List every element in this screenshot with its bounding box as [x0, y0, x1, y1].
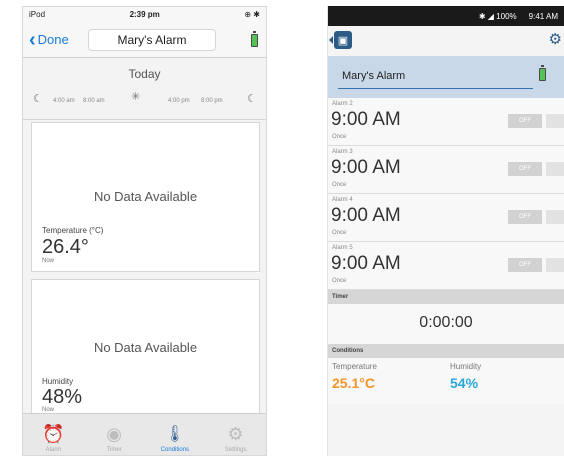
temperature-label: Temperature (°C) [42, 226, 104, 235]
tab-label: Alarm [45, 447, 62, 453]
tick-label: 8:00 am [83, 98, 105, 104]
day-timeline: Today ☾ 4:00 am 8:00 am ✳ 4:00 pm 8:00 p… [23, 58, 266, 120]
tab-conditions[interactable]: 🌡 Conditions [145, 414, 206, 455]
android-status-bar: ✱ ◢ 100% 9:41 AM [328, 6, 564, 26]
alarm-toggle[interactable]: OFF [508, 114, 564, 128]
alarm-row[interactable]: Alarm 3 9:00 AM Once OFF [328, 146, 564, 194]
tab-bar: ⏰ Alarm ◉ Timer 🌡 Conditions ⚙ Settings [23, 413, 266, 455]
alarm-time: 9:00 AM [331, 205, 401, 226]
alarm-repeat: Once [332, 230, 347, 236]
temperature-card: No Data Available Temperature (°C) 26.4°… [31, 122, 260, 272]
status-icons: ✱ ◢ 100% [478, 11, 517, 21]
timer-row[interactable]: 0:00:00 [328, 304, 564, 344]
timer-section-header: Timer [328, 290, 564, 304]
battery-icon [251, 31, 258, 47]
tab-timer[interactable]: ◉ Timer [84, 414, 145, 455]
alarm-name-row: Mary's Alarm [328, 56, 564, 98]
tab-settings[interactable]: ⚙ Settings [205, 414, 266, 455]
humidity-card: No Data Available Humidity 48% Now [31, 279, 260, 417]
no-data-message: No Data Available [93, 189, 198, 204]
tick-label: 8:00 pm [201, 98, 223, 104]
alarm-toggle[interactable]: OFF [508, 258, 564, 272]
status-time: 2:39 pm [129, 10, 160, 19]
tab-alarm[interactable]: ⏰ Alarm [23, 414, 84, 455]
humidity-value: 54% [450, 375, 479, 391]
no-data-message: No Data Available [93, 340, 198, 355]
conditions-row: Temperature 25.1°C Humidity 54% [328, 358, 564, 404]
battery-icon [539, 65, 546, 81]
conditions-section-header: Conditions [328, 344, 564, 358]
sun-icon: ✳ [131, 91, 141, 103]
moon-icon: ☾ [247, 93, 257, 105]
timer-value: 0:00:00 [419, 314, 473, 331]
tick-label: 4:00 pm [168, 98, 190, 104]
temperature-value: 25.1°C [332, 375, 375, 391]
alarm-label: Alarm 5 [332, 245, 353, 251]
alarm-repeat: Once [332, 278, 347, 284]
ios-status-bar: iPod 2:39 pm ⊕ ✱ [23, 7, 266, 22]
alarm-time: 9:00 AM [331, 253, 401, 274]
alarm-label: Alarm 3 [332, 149, 353, 155]
chevron-left-icon: ‹ [29, 28, 36, 51]
humidity-label: Humidity [42, 377, 74, 386]
alarm-time: 9:00 AM [331, 109, 401, 130]
app-logo-icon[interactable]: ▣ [329, 31, 352, 49]
thermometer-drop-icon: 🌡 [164, 426, 186, 443]
alarm-label: Alarm 4 [332, 197, 353, 203]
temperature-value: 26.4° [42, 236, 89, 258]
ios-nav-bar: ‹ Done Mary's Alarm [23, 22, 266, 58]
alarm-clock-icon: ⏰ [42, 424, 65, 444]
moon-icon: ☾ [33, 93, 43, 105]
alarm-name-input[interactable]: Mary's Alarm [342, 70, 405, 82]
humidity-label: Humidity [450, 362, 482, 371]
alarm-row[interactable]: Alarm 4 9:00 AM Once OFF [328, 194, 564, 242]
alarm-row[interactable]: Alarm 2 9:00 AM Once OFF [328, 98, 564, 146]
alarm-toggle[interactable]: OFF [508, 162, 564, 176]
alarm-label: Alarm 2 [332, 101, 353, 107]
tab-label: Settings [224, 447, 247, 453]
timeline-heading: Today [128, 67, 161, 81]
tick-label: 4:00 am [53, 98, 75, 104]
done-label: Done [37, 32, 69, 47]
tab-label: Conditions [160, 447, 190, 453]
timer-icon: ◉ [106, 424, 122, 444]
tab-label: Timer [106, 447, 122, 453]
alarm-toggle[interactable]: OFF [508, 210, 564, 224]
android-phone: ✱ ◢ 100% 9:41 AM ▣ ⚙ Mary's Alarm Alarm … [327, 6, 564, 456]
done-button[interactable]: ‹ Done [29, 30, 69, 50]
input-underline [338, 88, 533, 89]
temperature-label: Temperature [332, 362, 377, 371]
alarm-repeat: Once [332, 182, 347, 188]
alarm-name-field[interactable]: Mary's Alarm [88, 29, 216, 51]
humidity-value: 48% [42, 386, 83, 408]
temperature-now-label: Now [42, 258, 55, 264]
ios-phone: iPod 2:39 pm ⊕ ✱ ‹ Done Mary's Alarm Tod… [22, 6, 267, 456]
status-icons: ⊕ ✱ [244, 10, 260, 19]
gear-icon[interactable]: ⚙ [549, 30, 562, 48]
alarm-row[interactable]: Alarm 5 9:00 AM Once OFF [328, 242, 564, 290]
gear-icon: ⚙ [227, 424, 244, 444]
action-bar: ▣ ⚙ [328, 26, 564, 56]
status-time: 9:41 AM [528, 11, 558, 21]
alarm-repeat: Once [332, 134, 347, 140]
carrier-label: iPod [29, 10, 46, 19]
alarm-time: 9:00 AM [331, 157, 401, 178]
